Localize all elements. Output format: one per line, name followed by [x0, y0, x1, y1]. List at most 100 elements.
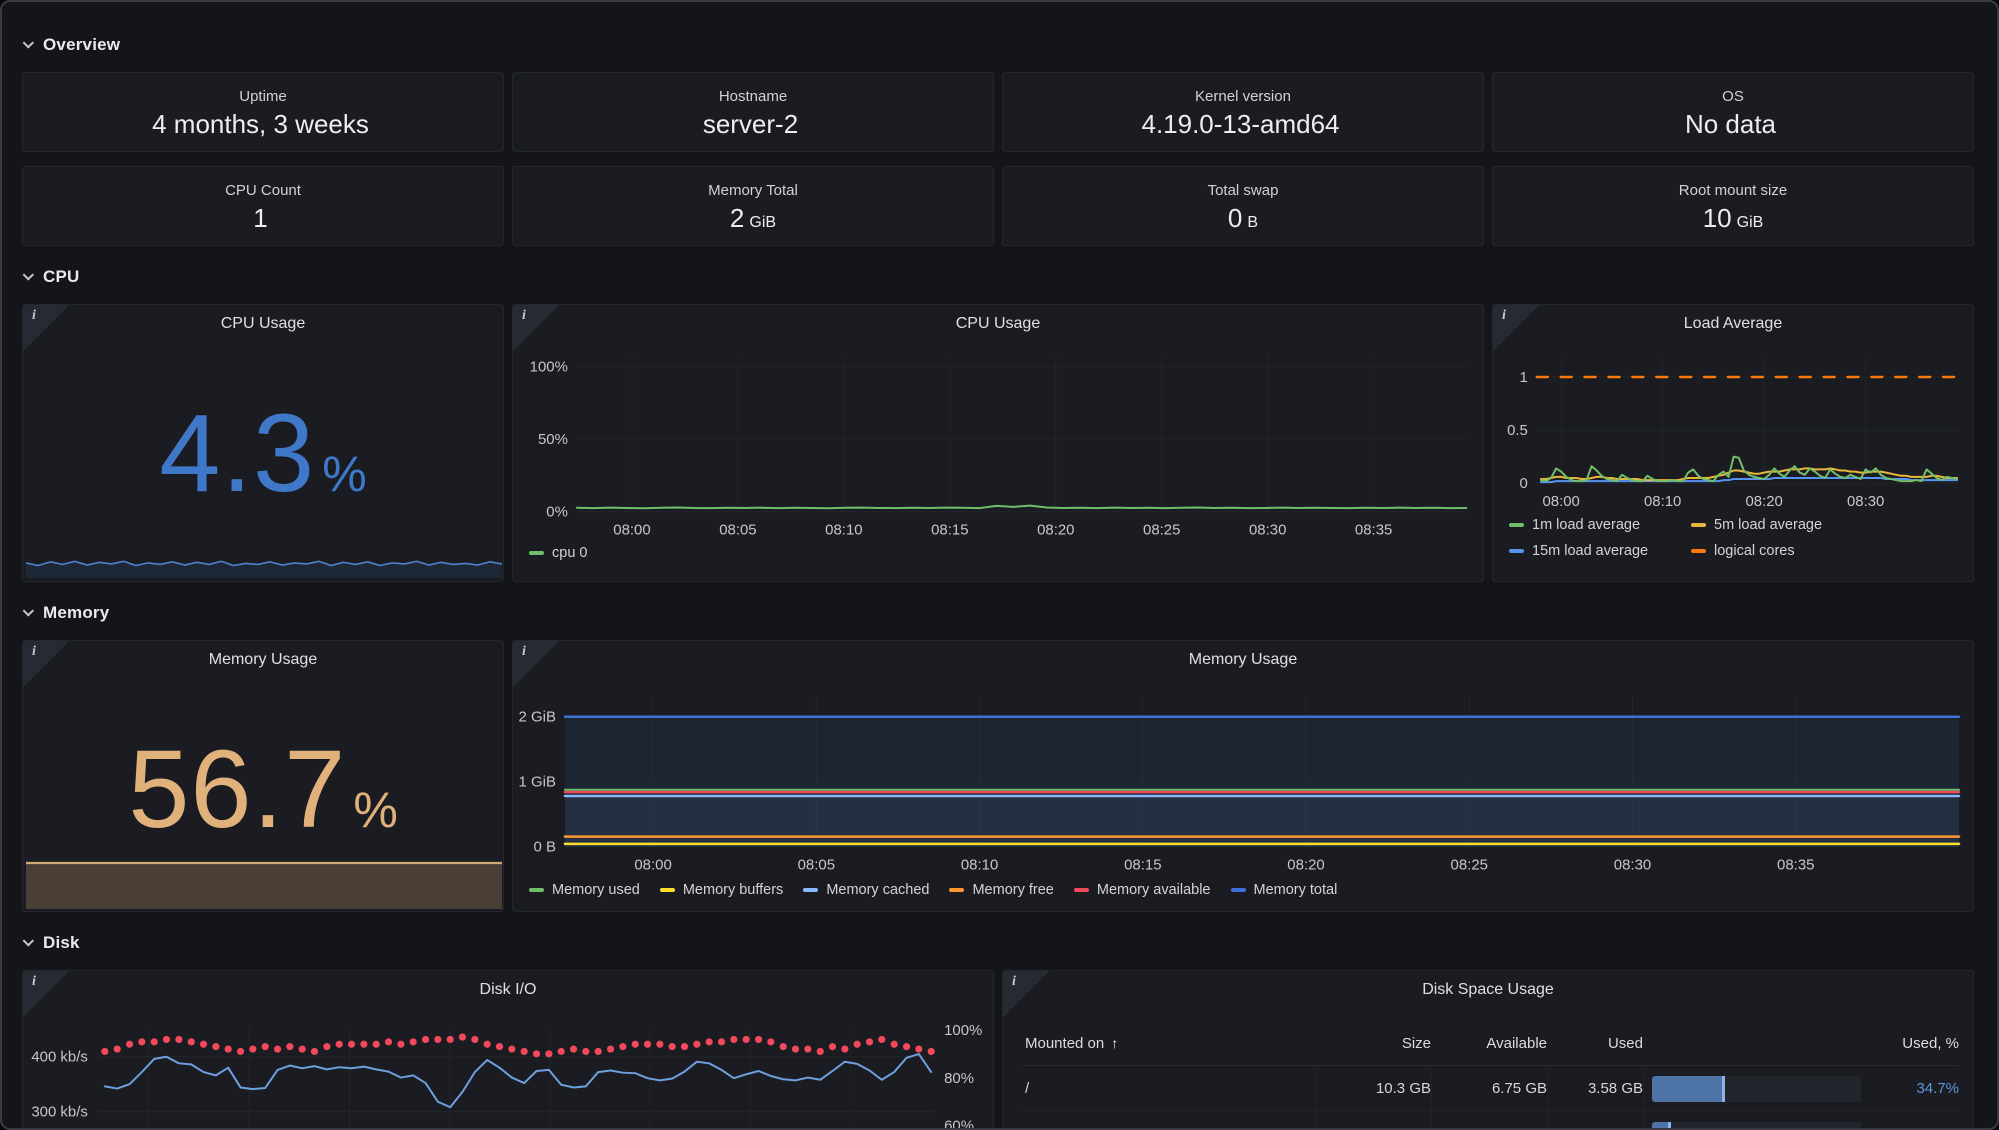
svg-text:0: 0 [1520, 475, 1528, 492]
column-header-size[interactable]: Size [1315, 1035, 1431, 1052]
panel-info-corner[interactable]: i [513, 641, 559, 687]
cpu-row: i CPU Usage 4.3 % i CPU Usage 08:0008:05… [22, 304, 1977, 582]
stat-panel-hostname: Hostname server-2 [512, 72, 994, 152]
info-icon: i [1502, 308, 1506, 324]
stat-value: 0 [1228, 205, 1242, 231]
stat-value: 1 [253, 205, 267, 231]
stat-label: Hostname [719, 88, 787, 105]
svg-text:100%: 100% [944, 1022, 982, 1039]
bar-cap [1722, 1076, 1725, 1102]
series-swatch [660, 888, 675, 892]
cpu-usage-sparkline [26, 554, 502, 578]
panel-title[interactable]: Memory Usage [73, 651, 453, 669]
memory-usage-plot[interactable]: 08:0008:0508:1008:1508:2008:2508:3008:35… [513, 641, 1973, 913]
chevron-down-icon [23, 37, 34, 48]
svg-text:08:20: 08:20 [1287, 857, 1324, 874]
legend-item[interactable]: Memory total [1231, 882, 1338, 898]
legend-item[interactable]: logical cores [1691, 543, 1822, 559]
memory-usage-value: 56.7 [128, 735, 346, 845]
svg-text:50%: 50% [538, 431, 568, 448]
svg-text:08:35: 08:35 [1777, 857, 1814, 874]
panel-title[interactable]: CPU Usage [563, 315, 1433, 333]
panel-title[interactable]: Disk I/O [73, 981, 943, 999]
panel-memory-usage-chart: i Memory Usage 08:0008:0508:1008:1508:20… [512, 640, 1974, 912]
panel-title[interactable]: Disk Space Usage [1053, 981, 1923, 999]
panel-info-corner[interactable]: i [23, 305, 69, 351]
svg-text:08:15: 08:15 [931, 522, 968, 539]
svg-text:08:05: 08:05 [719, 522, 756, 539]
panel-cpu-usage-stat: i CPU Usage 4.3 % [22, 304, 504, 582]
panel-info-corner[interactable]: i [513, 305, 559, 351]
section-header-cpu[interactable]: CPU [22, 266, 1977, 288]
svg-text:08:30: 08:30 [1847, 493, 1884, 510]
stat-label: Memory Total [708, 182, 798, 199]
dashboard-body: Overview Uptime 4 months, 3 weeks Hostna… [2, 2, 1997, 1130]
section-header-disk[interactable]: Disk [22, 932, 1977, 954]
cpu-chart-legend: cpu 0 [529, 545, 587, 561]
legend-item[interactable]: Memory free [949, 882, 1053, 898]
panel-disk-space-usage: i Disk Space Usage Mounted on↑ Size Avai… [1002, 970, 1974, 1130]
section-title: Memory [43, 603, 109, 623]
disk-space-table: Mounted on↑ Size Available Used Used, % … [1023, 1021, 1959, 1130]
panel-title[interactable]: Load Average [1543, 315, 1923, 333]
used-percent-bar [1652, 1122, 1861, 1130]
stat-panel-cpu-count: CPU Count 1 [22, 166, 504, 246]
stat-panel-root-mount-size: Root mount size 10GiB [1492, 166, 1974, 246]
svg-text:300 kb/s: 300 kb/s [31, 1104, 88, 1121]
chevron-down-icon [23, 269, 34, 280]
column-header-used[interactable]: Used [1547, 1035, 1643, 1052]
stat-panel-os: OS No data [1492, 72, 1974, 152]
stat-label: CPU Count [225, 182, 301, 199]
svg-text:400 kb/s: 400 kb/s [31, 1049, 88, 1066]
cell-available: 6.75 GB [1431, 1066, 1547, 1111]
svg-text:1 GiB: 1 GiB [519, 774, 556, 791]
section-title: Disk [43, 933, 80, 953]
stat-value: 4.19.0-13-amd64 [1141, 111, 1339, 137]
info-icon: i [522, 308, 526, 324]
panel-info-corner[interactable]: i [1493, 305, 1539, 351]
svg-text:60%: 60% [944, 1118, 974, 1130]
series-swatch [529, 551, 544, 555]
column-header-used-pct[interactable]: Used, % [1869, 1035, 1959, 1052]
panel-title[interactable]: CPU Usage [73, 315, 453, 333]
legend-item[interactable]: 5m load average [1691, 517, 1822, 533]
stat-panel-kernel-version: Kernel version 4.19.0-13-amd64 [1002, 72, 1484, 152]
panel-title[interactable]: Memory Usage [563, 651, 1923, 669]
cpu-usage-plot[interactable]: 08:0008:0508:1008:1508:2008:2508:3008:35… [513, 305, 1483, 582]
table-header: Mounted on↑ Size Available Used Used, % [1023, 1021, 1959, 1066]
section-header-memory[interactable]: Memory [22, 602, 1977, 624]
svg-text:2 GiB: 2 GiB [519, 709, 556, 726]
stat-label: Total swap [1208, 182, 1279, 199]
grafana-dashboard: Overview Uptime 4 months, 3 weeks Hostna… [0, 0, 1999, 1130]
used-percent-bar-fill [1652, 1076, 1725, 1102]
series-swatch [1691, 523, 1706, 527]
panel-info-corner[interactable]: i [23, 641, 69, 687]
legend-item[interactable]: Memory available [1074, 882, 1211, 898]
panel-info-corner[interactable]: i [23, 971, 69, 1017]
stat-unit: GiB [1737, 215, 1764, 231]
svg-text:0 B: 0 B [533, 839, 555, 856]
disk-row: i Disk I/O 300 kb/s400 kb/s60%80%100% i … [22, 970, 1977, 1130]
legend-item[interactable]: Memory used [529, 882, 640, 898]
svg-text:100%: 100% [530, 358, 568, 375]
legend-item[interactable]: 1m load average [1509, 517, 1691, 533]
cpu-usage-value: 4.3 [159, 399, 315, 509]
panel-load-average: i Load Average 08:0008:1008:2008:3000.51… [1492, 304, 1974, 582]
section-header-overview[interactable]: Overview [22, 34, 1977, 56]
column-header-mounted-on[interactable]: Mounted on↑ [1023, 1035, 1315, 1052]
sort-ascending-icon: ↑ [1111, 1035, 1118, 1051]
svg-text:08:20: 08:20 [1037, 522, 1074, 539]
legend-item[interactable]: Memory cached [803, 882, 929, 898]
legend-item[interactable]: 15m load average [1509, 543, 1691, 559]
stat-unit: GiB [749, 215, 776, 231]
series-swatch [1509, 523, 1524, 527]
legend-item[interactable]: Memory buffers [660, 882, 783, 898]
stat-panel-total-swap: Total swap 0B [1002, 166, 1484, 246]
bar-cap [1668, 1122, 1671, 1130]
info-icon: i [32, 644, 36, 660]
column-header-available[interactable]: Available [1431, 1035, 1547, 1052]
svg-text:08:15: 08:15 [1124, 857, 1161, 874]
panel-info-corner[interactable]: i [1003, 971, 1049, 1017]
legend-item[interactable]: cpu 0 [529, 545, 587, 561]
svg-text:08:30: 08:30 [1249, 522, 1286, 539]
